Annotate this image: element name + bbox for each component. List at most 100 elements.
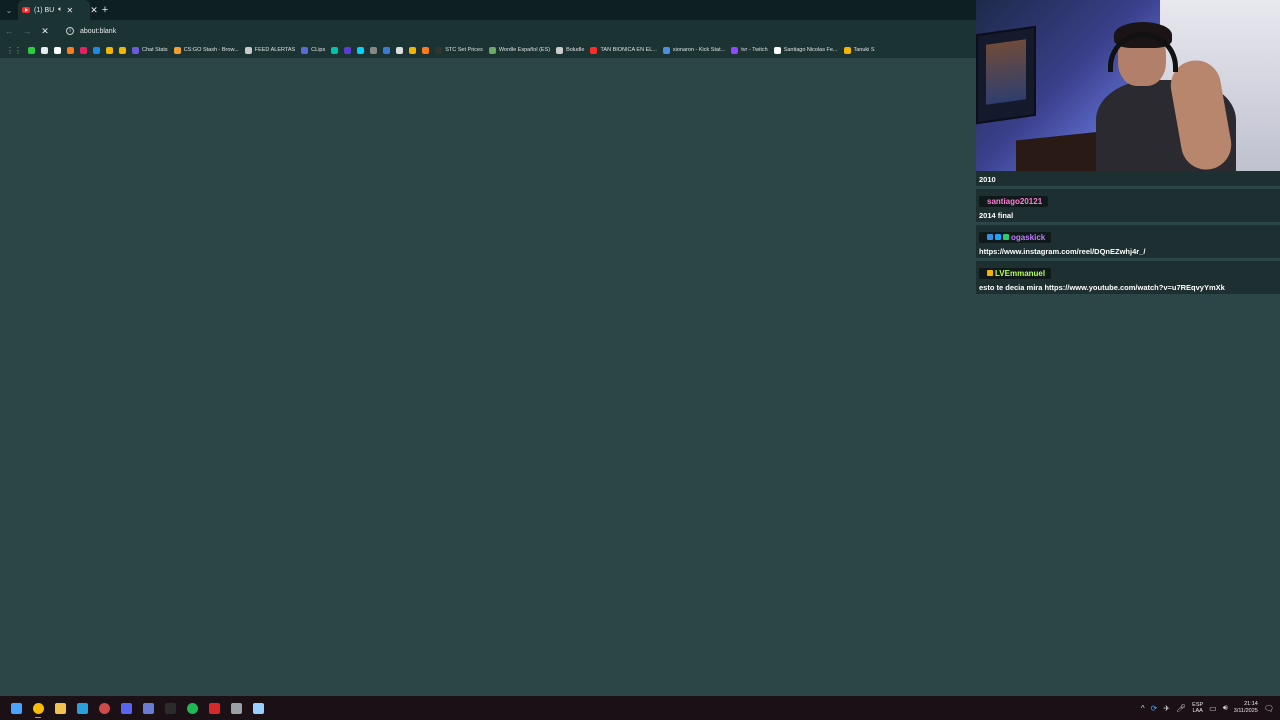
browser-toolbar: ← → ✕ i about:blank [0,20,976,42]
clock[interactable]: 21:14 3/11/2025 [1234,701,1258,715]
tab-close-button[interactable]: ✕ [66,6,73,15]
bookmark-item[interactable] [422,46,430,54]
file-explorer-app[interactable] [49,697,71,719]
bookmark-item[interactable] [370,46,378,54]
bookmark-item[interactable] [93,46,100,54]
notifications-icon[interactable]: 🗨︎ [1264,704,1274,713]
bookmark-item[interactable]: Santiago Nicolas Fe... [773,46,838,54]
chat-message-text: 2014 final [979,211,1014,220]
bookmark-item[interactable] [357,46,365,54]
stop-loading-button[interactable]: ✕ [36,20,54,42]
bookmark-favicon-icon [54,46,61,54]
app-obs[interactable] [93,697,115,719]
bookmark-item[interactable] [119,46,126,54]
bookmark-item[interactable] [80,46,87,54]
bookmark-item[interactable] [54,46,61,54]
bookmark-item[interactable]: Chat Stats [132,46,168,54]
bookmark-item[interactable]: CS:GO Stash - Brow... [173,46,239,54]
bookmark-item[interactable]: Wordle Español (ES) [488,46,551,54]
bookmark-item[interactable] [383,46,391,54]
taskbar: ^ ⟳ ✈ 🎤︎ ESP LAA ▭ 🔊︎ 21:14 3/11/2025 🗨︎ [0,696,1280,720]
bookmark-favicon-icon [731,46,739,54]
bookmark-item[interactable]: sionaron - Kick Stat... [662,46,725,54]
bookmark-item[interactable] [41,46,48,54]
bookmark-label: Boludle [566,47,585,53]
chrome-app-icon [32,702,44,714]
bookmark-item[interactable] [28,46,35,54]
youtube-icon [22,7,30,13]
clock-time: 21:14 [1244,701,1258,707]
volume-icon[interactable]: 🔊︎ [1223,703,1228,713]
bookmark-item[interactable] [409,46,417,54]
bookmark-item[interactable]: STC Set Prices [435,46,483,54]
spotify-app[interactable] [181,697,203,719]
forward-button[interactable]: → [18,20,36,42]
chat-username: LVEmmanuel [979,267,1052,279]
chat-message: 2010 [976,171,1280,186]
discord-app[interactable] [115,697,137,719]
new-tab-button[interactable]: + [98,4,112,16]
sync-icon[interactable]: ⟳ [1151,704,1158,713]
chat-message-text: 2010 [979,175,996,184]
chat-username-text: santiago20121 [987,197,1043,206]
tab-title: (1) BU [34,6,55,14]
badge-icon [995,234,1001,240]
bookmark-favicon-icon [132,46,139,54]
network-icon[interactable]: ▭ [1209,704,1217,713]
bookmark-label: CS:GO Stash - Brow... [183,47,239,53]
bookmark-item[interactable] [67,46,74,54]
app-gear[interactable] [225,697,247,719]
bookmark-item[interactable]: TAN BIONICA EN EL... [590,46,657,54]
start-button-icon [10,702,22,714]
bookmark-item[interactable]: CLips [301,46,325,54]
browser-tab[interactable]: (1) BU 🔈︎ ✕ [18,0,90,20]
apps-icon[interactable]: ⋮⋮ [6,46,22,55]
chat-message: LVEmmanuel esto te decia mira https://ww… [976,261,1280,294]
bookmark-item[interactable] [396,46,404,54]
badge-icon [1003,234,1009,240]
address-bar[interactable]: i about:blank [60,23,940,39]
bookmark-favicon-icon [773,46,781,54]
bookmark-item[interactable] [331,46,339,54]
bookmark-item[interactable] [344,46,352,54]
taskbar-apps [0,697,269,719]
microphone-icon[interactable]: 🎤︎ [1176,704,1186,713]
bookmark-item[interactable]: tvr - Twitch [731,46,768,54]
app-red[interactable] [203,697,225,719]
bookmark-favicon-icon [244,46,252,54]
app-monitor[interactable] [137,697,159,719]
info-icon[interactable]: i [66,27,74,35]
tray-app-icon[interactable]: ✈ [1163,704,1170,713]
bookmark-item[interactable]: FEED ALERTAS [244,46,295,54]
bookmark-favicon-icon [409,46,417,54]
back-button[interactable]: ← [0,20,18,42]
bookmark-item[interactable]: Tanuki S [843,46,875,54]
speaker-icon[interactable]: 🔈︎ [58,6,62,14]
bookmark-favicon-icon [396,46,404,54]
bookmark-favicon-icon [370,46,378,54]
bookmark-favicon-icon [28,46,35,54]
bookmark-item[interactable] [106,46,113,54]
system-tray: ^ ⟳ ✈ 🎤︎ ESP LAA ▭ 🔊︎ 21:14 3/11/2025 🗨︎ [1141,696,1280,720]
language-indicator[interactable]: ESP LAA [1192,702,1203,714]
app-puzzle[interactable] [247,697,269,719]
bookmark-favicon-icon [556,46,564,54]
file-explorer-app-icon [54,702,66,714]
bookmark-favicon-icon [422,46,430,54]
bookmark-label: STC Set Prices [445,47,483,53]
chevron-up-icon[interactable]: ^ [1141,704,1145,713]
webcam-overlay [976,0,1280,171]
app-box[interactable] [159,697,181,719]
bookmark-favicon-icon [344,46,352,54]
start-button[interactable] [5,697,27,719]
bookmark-item[interactable]: Boludle [556,46,585,54]
bookmark-label: Santiago Nicolas Fe... [783,47,838,53]
tab-close-button-2[interactable]: ✕ [90,5,98,16]
telegram-app[interactable] [71,697,93,719]
address-text[interactable]: about:blank [80,28,116,35]
chrome-app[interactable] [27,697,49,719]
tab-search-button[interactable]: ⌄ [0,0,18,20]
app-monitor-icon [142,702,154,714]
chat-message: santiago20121 2014 final [976,189,1280,222]
bookmark-label: Wordle Español (ES) [498,47,551,53]
